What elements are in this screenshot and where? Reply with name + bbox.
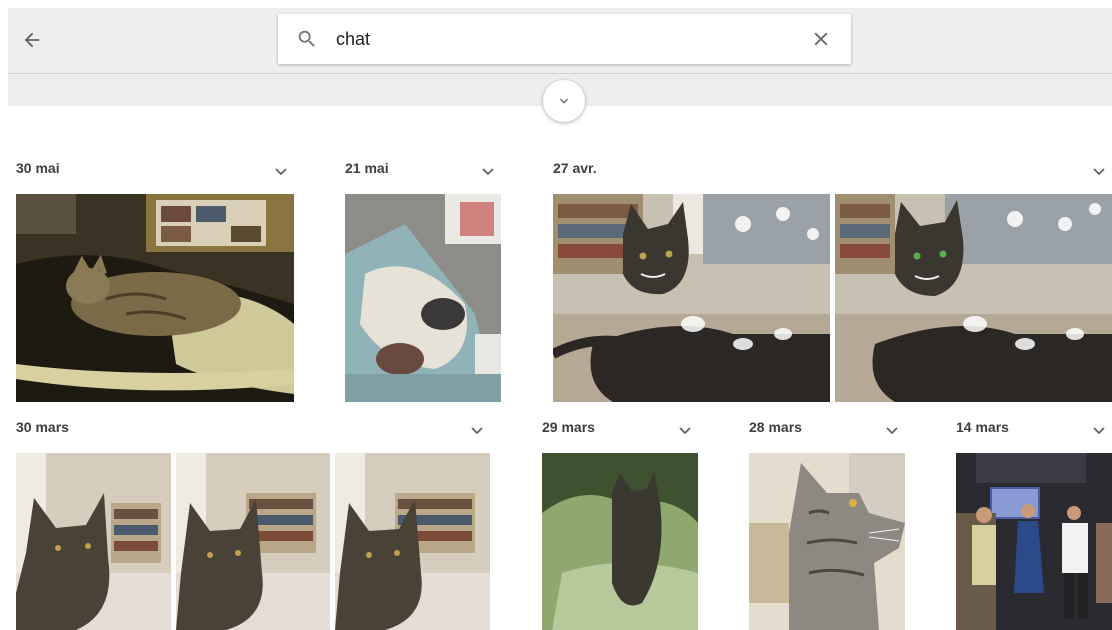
search-icon bbox=[298, 30, 315, 47]
couch-cat-image bbox=[345, 194, 501, 402]
photo-thumbnail[interactable] bbox=[16, 453, 171, 630]
photo-thumbnail[interactable] bbox=[16, 194, 294, 402]
blurry-cat-image bbox=[542, 453, 698, 630]
group-chevron-button[interactable] bbox=[274, 167, 288, 177]
expand-filters-button[interactable] bbox=[543, 80, 585, 122]
group-chevron-button[interactable] bbox=[1092, 167, 1106, 177]
tabby-cat-image bbox=[553, 194, 830, 402]
group-chevron-button[interactable] bbox=[481, 167, 495, 177]
chevron-down-icon bbox=[886, 427, 898, 435]
date-header: 30 mars bbox=[16, 419, 69, 435]
photo-thumbnail[interactable] bbox=[749, 453, 905, 630]
date-header: 21 mai bbox=[345, 160, 389, 176]
cat-profile-image bbox=[749, 453, 905, 630]
date-header: 14 mars bbox=[956, 419, 1009, 435]
back-button[interactable] bbox=[18, 26, 46, 54]
close-icon bbox=[814, 32, 828, 46]
tabby-cat-image bbox=[176, 453, 330, 630]
chevron-down-icon bbox=[471, 427, 483, 435]
chevron-down-icon bbox=[1093, 427, 1105, 435]
group-chevron-button[interactable] bbox=[678, 426, 692, 436]
date-header: 30 mai bbox=[16, 160, 60, 176]
group-of-people-image bbox=[956, 453, 1112, 630]
group-chevron-button[interactable] bbox=[885, 426, 899, 436]
tabby-cat-image bbox=[335, 453, 490, 630]
group-chevron-button[interactable] bbox=[470, 426, 484, 436]
chevron-down-icon bbox=[679, 427, 691, 435]
photo-thumbnail[interactable] bbox=[335, 453, 490, 630]
chevron-down-icon bbox=[275, 168, 287, 176]
top-app-bar bbox=[8, 8, 1112, 74]
tabby-cat-image bbox=[16, 453, 171, 630]
date-header: 27 avr. bbox=[553, 160, 597, 176]
photo-thumbnail[interactable] bbox=[835, 194, 1112, 402]
search-box bbox=[278, 14, 851, 64]
photo-thumbnail[interactable] bbox=[956, 453, 1112, 630]
date-header: 29 mars bbox=[542, 419, 595, 435]
search-input[interactable] bbox=[336, 24, 776, 54]
clear-search-button[interactable] bbox=[809, 27, 833, 51]
chevron-down-icon bbox=[482, 168, 494, 176]
arrow-back-icon bbox=[24, 32, 40, 48]
photo-thumbnail[interactable] bbox=[176, 453, 330, 630]
date-header: 28 mars bbox=[749, 419, 802, 435]
tabby-cat-image bbox=[835, 194, 1112, 402]
chevron-down-icon bbox=[560, 98, 568, 104]
photo-thumbnail[interactable] bbox=[345, 194, 501, 402]
sleeping-cat-image bbox=[16, 194, 294, 402]
photo-thumbnail[interactable] bbox=[542, 453, 698, 630]
photo-thumbnail[interactable] bbox=[553, 194, 830, 402]
chevron-down-icon bbox=[1093, 168, 1105, 176]
group-chevron-button[interactable] bbox=[1092, 426, 1106, 436]
